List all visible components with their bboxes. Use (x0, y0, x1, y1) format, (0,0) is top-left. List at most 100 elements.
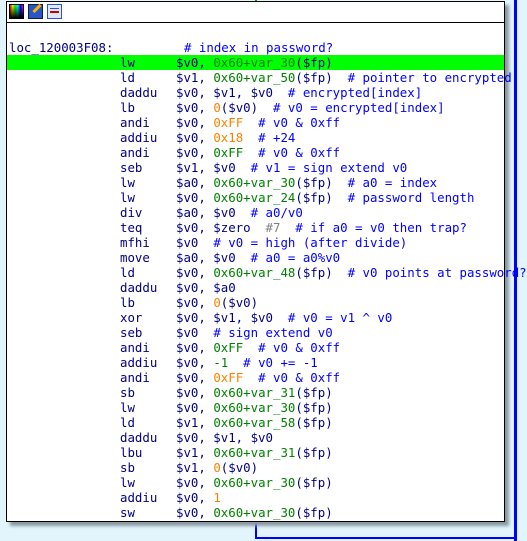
operand-reg: $v0, (176, 355, 214, 370)
loop-edge-down (255, 520, 257, 539)
instruction-line[interactable]: daddu $v0, $v1, $v0 # encrypted[index] (7, 85, 504, 100)
instruction-line[interactable]: ld $v0, 0x60+var_48($fp) # v0 points at p… (7, 265, 527, 280)
mnemonic: ld (120, 265, 135, 280)
instruction-line[interactable]: lw $v0, 0x60+var_24($fp) # password lengt… (7, 190, 504, 205)
mnemonic: xor (120, 310, 143, 325)
comment: # v0 += -1 (228, 355, 318, 370)
instruction-line[interactable]: andi $v0, 0xFF # v0 & 0xff (7, 145, 504, 160)
operands: $v1, 0($v0) (176, 460, 258, 475)
instruction-line[interactable]: andi $v0, 0xFF # v0 & 0xff (7, 370, 504, 385)
instruction-line[interactable]: teq $v0, $zero #7 # if a0 = v0 then trap? (7, 220, 504, 235)
instruction-line[interactable]: div $a0, $v0 # a0/v0 (7, 205, 504, 220)
comment: # sign extend v0 (213, 325, 333, 340)
operands: $v0, 0x18 # +24 (176, 130, 295, 145)
operand-reg: ($fp) (295, 265, 348, 280)
instruction-line[interactable]: addiu $v0, -1 # v0 += -1 (7, 355, 504, 370)
operand-reg: $v1, (176, 70, 214, 85)
operand-reg: ($fp) (295, 475, 333, 490)
mnemonic: sb (120, 385, 135, 400)
instruction-line[interactable]: ld $v1, 0x60+var_58($fp) (7, 415, 504, 430)
operand-reg: $v1, (176, 415, 214, 430)
operand-var: 0x60+var_30 (213, 400, 296, 415)
code-block-node[interactable]: loc_120003F08: # index in password? lw $v0… (6, 1, 527, 522)
mnemonic: sb (120, 460, 135, 475)
instruction-line[interactable]: seb $v1, $v0 # v1 = sign extend v0 (7, 160, 504, 175)
instruction-line[interactable]: sw $v0, 0x60+var_30($fp) (7, 505, 504, 520)
instruction-line[interactable]: lw $v0, 0x60+var_30($fp) (7, 475, 504, 490)
mnemonic: ld (120, 70, 135, 85)
operands: $a0, 0x60+var_30($fp) # a0 = index (176, 175, 437, 190)
mnemonic: lw (120, 175, 135, 190)
comment: # v0 & 0xff (243, 115, 341, 130)
operand-num: 0 (213, 295, 221, 310)
mnemonic: lbu (120, 445, 143, 460)
operands: $v0, 0x60+var_30($fp) (176, 400, 333, 415)
operand-reg: $v0, (176, 505, 214, 520)
operands: $v0, 0($v0) # v0 = encrypted[index] (176, 100, 445, 115)
operands: $v0, -1 # v0 += -1 (176, 355, 318, 370)
mnemonic: lw (120, 190, 135, 205)
operands: $v0, $zero #7 # if a0 = v0 then trap? (176, 220, 467, 235)
mnemonic: lb (120, 100, 135, 115)
operand-num: 0x18 (213, 130, 244, 145)
comment: # v1 = sign extend v0 (250, 160, 408, 175)
operands: $v0, $a0 (176, 280, 236, 295)
instruction-line[interactable]: daddu $v0, $v1, $v0 (7, 430, 504, 445)
comment: # encrypted[index] (287, 85, 423, 100)
mnemonic: mfhi (120, 235, 150, 250)
instruction-line[interactable]: xor $v0, $v1, $v0 # v0 = v1 ^ v0 (7, 310, 504, 325)
instruction-line[interactable]: move $a0, $v0 # a0 = a0%v0 (7, 250, 504, 265)
instruction-line[interactable]: addiu $v0, 0x18 # +24 (7, 130, 504, 145)
operand-var: 0x60+var_30 (213, 505, 296, 520)
comment: # if a0 = v0 then trap? (280, 220, 467, 235)
instruction-line[interactable]: sb $v1, 0($v0) (7, 460, 504, 475)
operand-var: 0x60+var_31 (213, 445, 296, 460)
operand-reg: ($fp) (295, 385, 333, 400)
instruction-line[interactable]: seb $v0 # sign extend v0 (7, 325, 504, 340)
instruction-line[interactable]: lw $v0, 0x60+var_30($fp) (7, 400, 504, 415)
mnemonic: daddu (120, 430, 158, 445)
instruction-line[interactable]: andi $v0, 0xFF # v0 & 0xff (7, 115, 504, 130)
operand-reg: $v0, $v1, $v0 (176, 85, 288, 100)
operand-gray: #7 (265, 220, 281, 235)
instruction-line[interactable]: ld $v1, 0x60+var_50($fp) # pointer to enc… (7, 70, 512, 85)
operand-reg: $v0, $a0 (176, 280, 236, 295)
operands: $v0, 0xFF # v0 & 0xff (176, 115, 340, 130)
operands: $v0, 0x60+var_48($fp) # v0 points at pas… (176, 265, 527, 280)
graph-overview-icon[interactable] (47, 4, 62, 19)
operand-reg: $v0, (176, 130, 214, 145)
operand-var: 0x60+var_31 (213, 385, 296, 400)
mnemonic: div (120, 205, 143, 220)
operand-var: 0x60+var_30 (213, 55, 296, 70)
instruction-line[interactable]: andi $v0, 0xFF # v0 & 0xff (7, 340, 504, 355)
mnemonic: lw (120, 55, 135, 70)
operand-reg: $v1, (176, 460, 214, 475)
operand-reg: $a0, (176, 175, 214, 190)
operand-reg: ($fp) (295, 190, 348, 205)
operand-reg: ($fp) (295, 505, 333, 520)
operand-reg: $v0, (176, 55, 214, 70)
mnemonic: lw (120, 400, 135, 415)
mnemonic: andi (120, 115, 150, 130)
operand-var: 0xFF (213, 340, 244, 355)
operand-reg: $v0, (176, 295, 214, 310)
instruction-line[interactable]: addiu $v0, 1 (7, 490, 504, 505)
instruction-line[interactable]: mfhi $v0 # v0 = high (after divide) (7, 235, 504, 250)
color-palette-icon[interactable] (9, 4, 24, 19)
mnemonic: seb (120, 160, 143, 175)
instruction-line-highlighted[interactable]: lw $v0, 0x60+var_30($fp) (7, 55, 504, 70)
edit-node-icon[interactable] (28, 3, 43, 19)
mnemonic: andi (120, 145, 150, 160)
instruction-line[interactable]: lw $a0, 0x60+var_30($fp) # a0 = index (7, 175, 504, 190)
instruction-line[interactable]: lbu $v1, 0x60+var_31($fp) (7, 445, 504, 460)
operand-reg: $v1, (176, 445, 214, 460)
instruction-line[interactable]: sb $v0, 0x60+var_31($fp) (7, 385, 504, 400)
location-label[interactable]: loc_120003F08: (7, 40, 184, 55)
operand-var: 0x60+var_24 (213, 190, 296, 205)
operand-reg: $a0, $v0 (176, 205, 251, 220)
instruction-line[interactable]: lb $v0, 0($v0) # v0 = encrypted[index] (7, 100, 504, 115)
mnemonic: seb (120, 325, 143, 340)
operand-reg: $v0, (176, 100, 214, 115)
instruction-line[interactable]: daddu $v0, $a0 (7, 280, 504, 295)
instruction-line[interactable]: lb $v0, 0($v0) (7, 295, 504, 310)
